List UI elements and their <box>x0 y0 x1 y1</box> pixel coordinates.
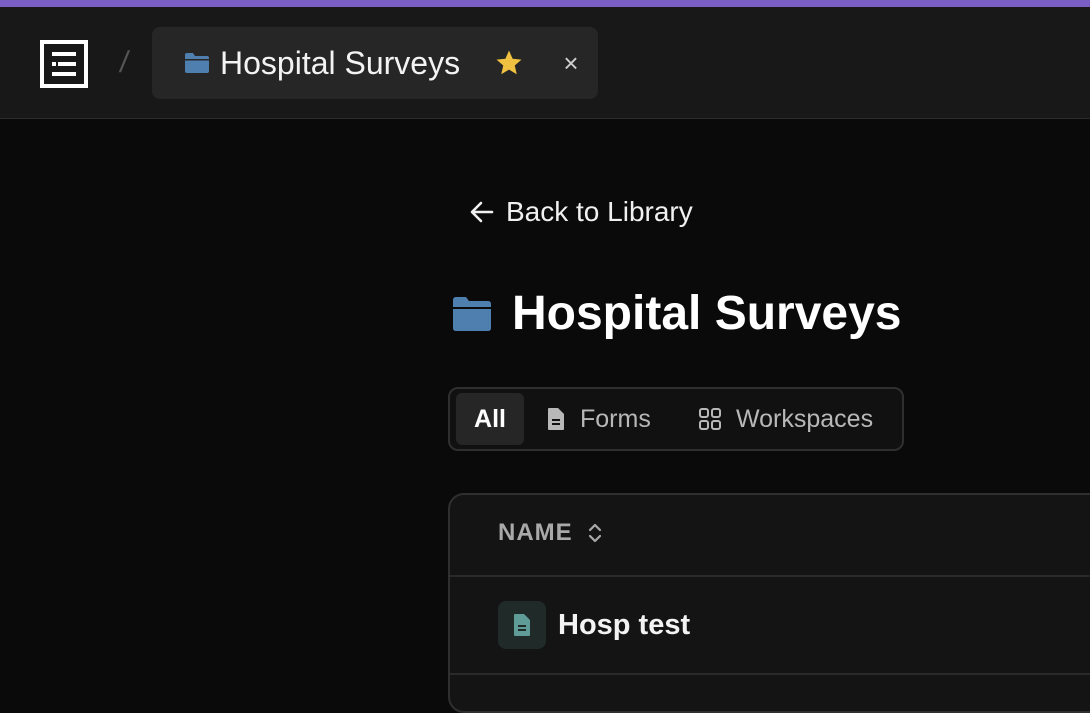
sort-icon <box>588 523 601 543</box>
tab-hospital-surveys[interactable]: Hospital Surveys × <box>152 27 598 99</box>
filter-workspaces-label: Workspaces <box>736 404 874 433</box>
filter-forms-label: Forms <box>580 404 651 433</box>
page-title-text: Hospital Surveys <box>512 287 902 340</box>
table-row[interactable]: Hosp test <box>450 577 1090 675</box>
folder-icon <box>185 53 209 73</box>
filter-all-button[interactable]: All <box>456 393 524 445</box>
type-filter-group: All Forms Workspaces <box>448 387 904 451</box>
folder-icon <box>453 297 491 331</box>
table-header: NAME <box>450 495 1090 577</box>
filter-workspaces-button[interactable]: Workspaces <box>698 393 873 445</box>
column-header-name[interactable]: NAME <box>498 519 603 547</box>
page-title: Hospital Surveys <box>452 286 901 342</box>
arrow-left-icon <box>470 201 494 223</box>
back-link-label: Back to Library <box>506 196 693 227</box>
top-navigation-bar: / Hospital Surveys × <box>0 7 1090 119</box>
filter-forms-button[interactable]: Forms <box>546 393 651 445</box>
back-to-library-link[interactable]: Back to Library <box>468 194 693 230</box>
top-accent-bar <box>0 0 1090 7</box>
breadcrumb-separator: / <box>117 46 131 79</box>
document-icon <box>548 408 564 430</box>
tab-title: Hospital Surveys <box>220 45 461 81</box>
app-logo-icon[interactable] <box>40 40 88 88</box>
items-table: NAME Hosp test <box>448 493 1090 713</box>
filter-all-label: All <box>474 404 506 433</box>
column-header-label: NAME <box>498 519 573 546</box>
grid-icon <box>699 408 721 430</box>
row-name[interactable]: Hosp test <box>558 608 690 642</box>
close-tab-icon[interactable]: × <box>557 50 585 78</box>
star-icon[interactable] <box>494 48 524 78</box>
document-icon <box>498 601 546 649</box>
